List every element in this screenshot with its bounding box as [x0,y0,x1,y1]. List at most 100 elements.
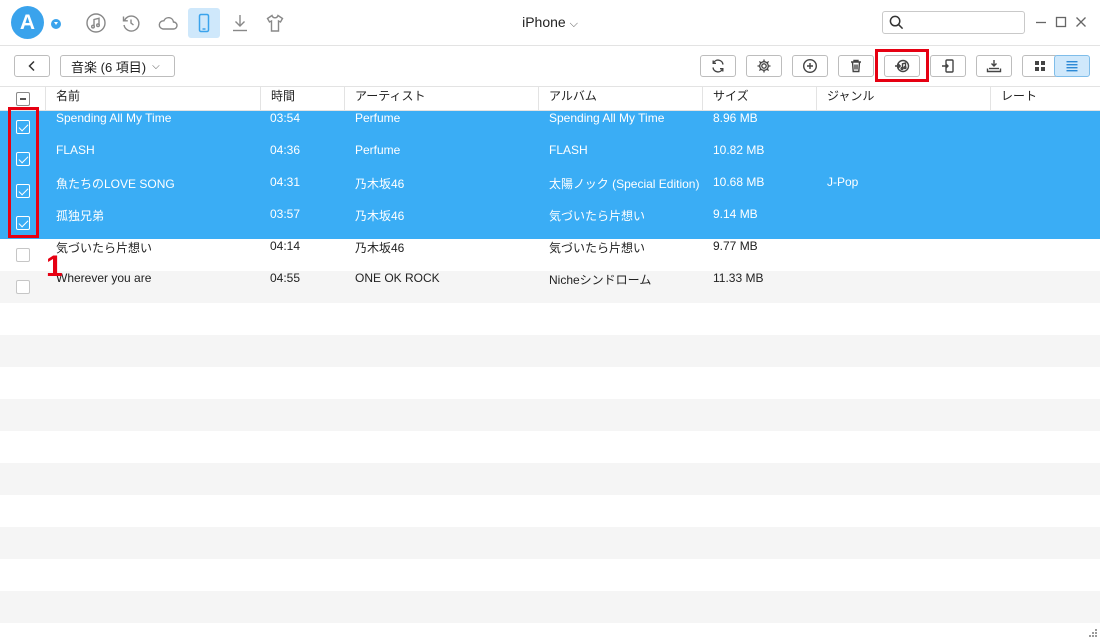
song-artist: Perfume [355,143,401,157]
refresh-icon [712,59,724,73]
table-row[interactable]: 気づいたら片想い 04:14 乃木坂46 気づいたら片想い 9.77 MB [0,239,1100,271]
refresh-button[interactable] [700,55,736,77]
column-header-name[interactable]: 名前 [45,87,260,111]
search-box[interactable] [882,11,1025,34]
song-time: 03:57 [270,207,301,221]
song-name: FLASH [56,143,95,157]
song-artist: ONE OK ROCK [355,271,440,285]
search-input[interactable] [909,14,1019,31]
title-bar: A iPhone ⌵ [0,0,1100,46]
column-header-time[interactable]: 時間 [260,87,344,111]
back-button[interactable] [14,55,50,77]
to-computer-icon [986,60,1002,73]
song-size: 9.77 MB [713,239,758,253]
grid-view-button[interactable] [1022,55,1058,77]
category-dropdown[interactable]: 音楽 (6 項目) ⌵ [60,55,175,77]
chevron-down-icon: ⌵ [152,60,160,72]
song-rate [1001,239,1096,271]
row-checkbox[interactable] [16,248,30,262]
list-view-icon [1066,61,1078,72]
export-icon [942,59,954,73]
song-rate [1001,271,1096,303]
empty-row [0,527,1100,559]
chevron-left-icon [28,60,35,72]
annotation-marker-1: 1 [46,250,63,283]
song-table: 名前 時間 アーティスト アルバム サイズ ジャンル レート Spending … [0,86,1100,640]
song-album: FLASH [549,143,588,157]
empty-row [0,367,1100,399]
song-size: 10.68 MB [713,175,765,189]
table-row[interactable]: Wherever you are 04:55 ONE OK ROCK Niche… [0,271,1100,303]
empty-row [0,591,1100,623]
music-icon[interactable] [80,8,112,38]
song-artist: Perfume [355,111,401,125]
app-logo-icon[interactable]: A [11,6,44,39]
empty-row [0,303,1100,335]
song-name: Wherever you are [56,271,152,285]
restore-icon[interactable] [115,8,147,38]
song-genre [827,207,987,239]
select-all-checkbox[interactable] [16,92,30,106]
column-header-rate[interactable]: レート [990,87,1100,111]
song-name: 魚たちのLOVE SONG [56,177,175,191]
download-icon[interactable] [224,8,256,38]
column-header-genre[interactable]: ジャンル [816,87,990,111]
column-header-artist[interactable]: アーティスト [344,87,538,111]
song-genre [827,143,987,175]
song-size: 8.96 MB [713,111,758,125]
shirt-icon[interactable] [259,8,291,38]
row-checkbox[interactable] [16,280,30,294]
song-genre [827,111,987,143]
table-row[interactable]: FLASH 04:36 Perfume FLASH 10.82 MB [0,143,1100,175]
phone-icon[interactable] [188,8,220,38]
song-album: Spending All My Time [549,111,665,125]
song-rate [1001,175,1096,207]
song-album: Nicheシンドローム [549,273,652,287]
empty-row [0,431,1100,463]
song-name: Spending All My Time [56,111,172,125]
song-time: 04:55 [270,271,301,285]
delete-button[interactable] [838,55,874,77]
song-genre [827,239,987,271]
device-name[interactable]: iPhone [522,14,566,30]
song-artist: 乃木坂46 [355,209,405,223]
song-name: 気づいたら片想い [56,241,153,255]
song-genre: J-Pop [827,175,859,189]
app-window: A iPhone ⌵ 音楽 (6 項目) ⌵ 名前 時間 アーティスト アルバム… [0,0,1100,640]
toolbar: 音楽 (6 項目) ⌵ [0,46,1100,86]
song-album: 気づいたら片想い [549,241,646,255]
column-header-album[interactable]: アルバム [538,87,702,111]
app-menu-caret-icon[interactable] [51,19,61,29]
export-button[interactable] [930,55,966,77]
song-time: 04:14 [270,239,301,253]
close-icon[interactable] [1074,14,1088,30]
table-row[interactable]: Spending All My Time 03:54 Perfume Spend… [0,111,1100,143]
song-album: 太陽ノック (Special Edition) [549,177,699,191]
empty-row [0,335,1100,367]
minimize-icon[interactable] [1034,14,1048,30]
settings-icon [757,59,771,73]
table-header: 名前 時間 アーティスト アルバム サイズ ジャンル レート [0,86,1100,111]
category-label: 音楽 (6 項目) [71,59,147,75]
empty-row [0,495,1100,527]
settings-button[interactable] [746,55,782,77]
resize-grip-icon[interactable] [1086,626,1098,638]
empty-row [0,399,1100,431]
highlight-box-2 [875,49,929,82]
grid-view-icon [1035,61,1045,71]
add-button[interactable] [792,55,828,77]
column-header-size[interactable]: サイズ [702,87,816,111]
maximize-icon[interactable] [1054,14,1068,30]
song-genre [827,271,987,303]
cloud-icon[interactable] [152,8,184,38]
table-row[interactable]: 魚たちのLOVE SONG 04:31 乃木坂46 太陽ノック (Special… [0,175,1100,207]
song-time: 04:31 [270,175,301,189]
empty-row [0,559,1100,591]
song-size: 9.14 MB [713,207,758,221]
highlight-box-1 [8,107,39,238]
list-view-button[interactable] [1054,55,1090,77]
table-row[interactable]: 孤独兄弟 03:57 乃木坂46 気づいたら片想い 9.14 MB [0,207,1100,239]
to-computer-button[interactable] [976,55,1012,77]
chevron-down-icon[interactable]: ⌵ [570,18,578,30]
song-rate [1001,143,1096,175]
